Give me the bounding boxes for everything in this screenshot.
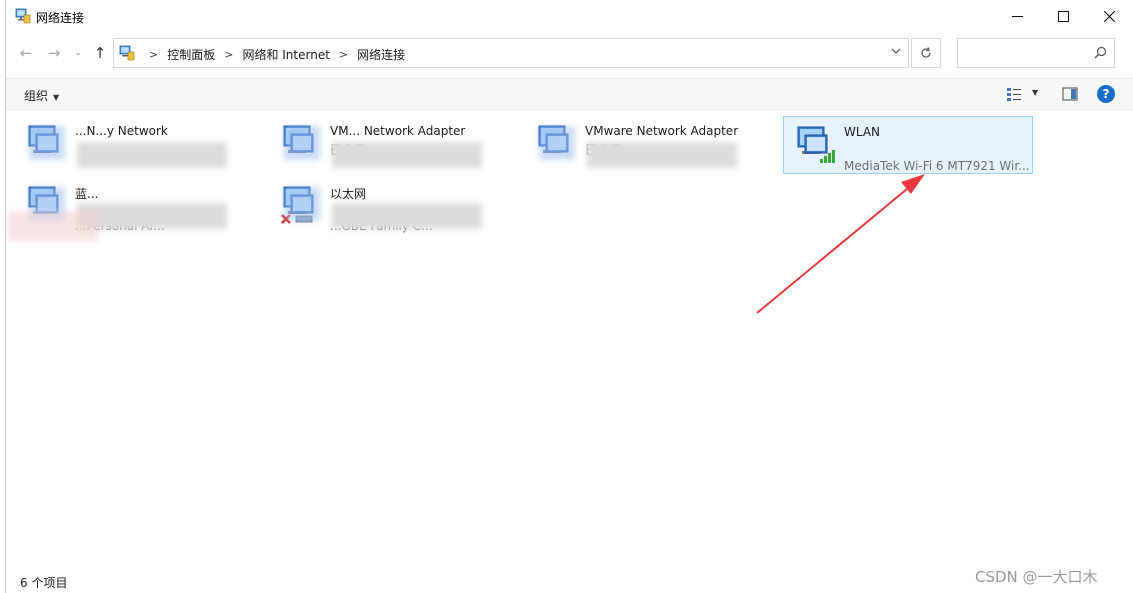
address-row: ← → ⌄ ↑ > 控制面板 > 网络和 Internet > 网络连接 [6,34,1133,72]
redaction-mask [77,203,227,229]
redaction-mask [332,203,482,229]
view-options-caret-icon[interactable]: ▼ [1032,88,1038,97]
chevron-down-icon[interactable] [891,46,901,56]
control-panel-icon [119,45,135,61]
breadcrumb-network-connections[interactable]: 网络连接 [357,46,405,63]
chevron-right-icon: > [149,48,159,61]
connection-name: 蓝... [75,187,99,201]
redaction-mask [587,142,737,168]
refresh-icon [921,47,931,58]
title-bar: 网络连接 [6,0,1133,33]
redaction-mask [8,211,98,241]
connection-item[interactable]: VMware Network Adapter已启用 [525,116,775,174]
organize-label: 组织 [24,89,49,103]
maximize-icon [1057,11,1069,22]
forward-button[interactable]: → [44,44,64,62]
refresh-button[interactable] [911,38,941,68]
connection-name: ...N...y Network [75,124,168,138]
breadcrumb: > 控制面板 > 网络和 Internet > 网络连接 [140,46,405,63]
breadcrumb-network-internet[interactable]: 网络和 Internet [242,46,329,63]
connection-name: WLAN [844,125,881,139]
recent-locations-button[interactable]: ⌄ [68,44,88,62]
explorer-window: 网络连接 ← → ⌄ ↑ > 控制面板 > 网络和 Internet > 网络连… [5,0,1133,593]
maximize-button[interactable] [1040,0,1086,33]
command-bar: 组织 ▼ ▼ ? [6,78,1133,110]
connection-name: VM... Network Adapter [330,124,466,138]
up-button[interactable]: ↑ [90,44,110,62]
status-bar: 6 个项目 [6,566,1133,593]
redaction-mask [77,142,227,168]
minimize-button[interactable] [994,0,1040,33]
close-icon [1103,11,1115,22]
close-button[interactable] [1086,0,1132,33]
redaction-mask [284,187,320,221]
wifi-adapter-icon [797,126,835,163]
window-title: 网络连接 [36,11,85,25]
search-box[interactable] [957,38,1115,68]
redaction-mask [284,126,320,160]
connection-item[interactable]: 以太网...GBE Family C... [270,177,520,235]
organize-menu-button[interactable]: 组织 ▼ [24,87,59,104]
preview-pane-icon[interactable] [1062,86,1078,102]
breadcrumb-control-panel[interactable]: 控制面板 [167,46,215,63]
redaction-mask [29,126,65,160]
back-button[interactable]: ← [16,44,36,62]
connection-item[interactable]: WLAN MediaTek Wi-Fi 6 MT7921 Wir... [783,116,1033,174]
connections-list: ...N...y Network VM... Network Adapter已启… [6,111,1133,566]
redaction-mask [332,142,482,168]
caret-down-icon: ▼ [53,93,60,102]
connection-name: VMware Network Adapter [585,124,739,138]
help-button[interactable]: ? [1097,85,1115,103]
change-view-icon[interactable] [1006,86,1022,102]
connection-item[interactable]: ...N...y Network [15,116,265,174]
chevron-right-icon[interactable]: > [339,48,348,61]
redaction-mask [539,126,575,160]
address-bar[interactable]: > 控制面板 > 网络和 Internet > 网络连接 [113,38,909,68]
network-connections-icon [15,8,31,24]
watermark: CSDN @一大口木 [975,568,1098,586]
search-input[interactable] [962,43,1082,63]
search-icon[interactable] [1094,46,1107,59]
connection-device: MediaTek Wi-Fi 6 MT7921 Wir... [844,159,1030,173]
chevron-right-icon[interactable]: > [224,48,233,61]
connection-item[interactable]: VM... Network Adapter已启用 [270,116,520,174]
item-count: 6 个项目 [20,576,68,590]
connection-name: 以太网 [330,187,367,201]
minimize-icon [1011,16,1023,17]
